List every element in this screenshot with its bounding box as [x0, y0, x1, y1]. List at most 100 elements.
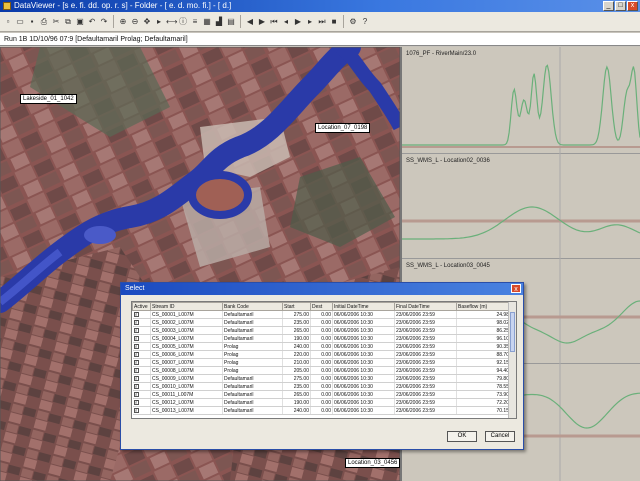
table-row[interactable]: √ CS_00008_L007M Prolag 205.00 0.00 06/06/200…	[132, 366, 511, 375]
table-row[interactable]: √ CS_00012_L007M Defaultamaril 190.00 0.00 06…	[132, 398, 511, 407]
column-header[interactable]: Baseflow (m)	[456, 302, 511, 311]
stream-table[interactable]: Active Stream ID Bank Code Start Dest Initial…	[131, 301, 517, 419]
column-header[interactable]: Initial DateTime	[332, 302, 395, 311]
map-label-2[interactable]: Location_07_0198	[315, 123, 371, 133]
pan-icon[interactable]: ✥	[142, 16, 152, 27]
map-label-3[interactable]: Location_03_0456	[345, 458, 400, 468]
active-checkbox[interactable]: √	[133, 343, 139, 349]
open-icon[interactable]: ▭	[15, 16, 25, 27]
table-row[interactable]: √ CS_00006_L007M Prolag 220.00 0.00 06/06/200…	[132, 350, 511, 359]
active-checkbox[interactable]: √	[133, 327, 139, 333]
active-checkbox-cell[interactable]: √	[132, 374, 151, 383]
active-checkbox[interactable]: √	[133, 311, 139, 317]
active-checkbox[interactable]: √	[133, 375, 139, 381]
dialog-close-icon[interactable]: x	[511, 284, 521, 293]
cancel-button[interactable]: Cancel	[485, 431, 515, 442]
zoom-in-icon[interactable]: ⊕	[118, 16, 128, 27]
zoom-out-icon[interactable]: ⊖	[130, 16, 140, 27]
title-bar[interactable]: DataViewer - [s e. fi. dd. op. r. s] - F…	[0, 0, 640, 12]
column-header[interactable]: Stream ID	[150, 302, 223, 311]
column-header[interactable]: Active	[132, 302, 151, 311]
active-checkbox-cell[interactable]: √	[132, 390, 151, 399]
play-icon[interactable]: ▶	[293, 16, 303, 27]
table-row[interactable]: √ CS_00002_L007M Defaultamaril 235.00 0.00 06…	[132, 318, 511, 327]
back-icon[interactable]: ◀	[245, 16, 255, 27]
redo-icon[interactable]: ↷	[99, 16, 109, 27]
table-cell: CS_00001_L007M	[150, 310, 223, 319]
column-header[interactable]: Bank Code	[222, 302, 283, 311]
column-header[interactable]: Start	[282, 302, 311, 311]
active-checkbox-cell[interactable]: √	[132, 350, 151, 359]
table-cell: 06/06/2006 10:30	[332, 342, 395, 351]
active-checkbox-cell[interactable]: √	[132, 398, 151, 407]
active-checkbox-cell[interactable]: √	[132, 358, 151, 367]
layers-icon[interactable]: ≡	[190, 16, 200, 27]
next-icon[interactable]: ▸	[305, 16, 315, 27]
scrollbar-thumb[interactable]	[510, 312, 515, 352]
map-label-1[interactable]: Lakeside_01_1042	[20, 94, 77, 104]
dialog-title-bar[interactable]: Select x	[121, 283, 523, 295]
table-row[interactable]: √ CS_00007_L007M Prolag 210.00 0.00 06/06/200…	[132, 358, 511, 367]
active-checkbox-cell[interactable]: √	[132, 326, 151, 335]
forward-icon[interactable]: ▶	[257, 16, 267, 27]
table-row[interactable]: √ CS_00013_L007M Defaultamaril 240.00 0.00 06…	[132, 406, 511, 415]
active-checkbox[interactable]: √	[133, 351, 139, 357]
settings-icon[interactable]: ⚙	[348, 16, 358, 27]
graph-2[interactable]: SS_WMS_L - Location02_0036	[402, 154, 640, 259]
active-checkbox[interactable]: √	[133, 335, 139, 341]
active-checkbox-cell[interactable]: √	[132, 318, 151, 327]
help-icon[interactable]: ?	[360, 16, 370, 27]
copy-icon[interactable]: ⧉	[63, 16, 73, 27]
grid-icon[interactable]: ▦	[202, 16, 212, 27]
select-icon[interactable]: ▸	[154, 16, 164, 27]
chart-icon[interactable]: ▟	[214, 16, 224, 27]
table-row[interactable]: √ CS_00011_L007M Defaultamaril 265.00 0.00 06…	[132, 390, 511, 399]
active-checkbox[interactable]: √	[133, 391, 139, 397]
table-icon[interactable]: ▤	[226, 16, 236, 27]
active-checkbox-cell[interactable]: √	[132, 342, 151, 351]
table-cell: Defaultamaril	[222, 390, 283, 399]
toolbar-separator	[113, 15, 114, 28]
lake	[84, 226, 116, 244]
measure-icon[interactable]: ⟷	[166, 16, 177, 27]
last-icon[interactable]: ⏭	[317, 16, 327, 27]
active-checkbox-cell[interactable]: √	[132, 310, 151, 319]
graph-1[interactable]: 1076_PF - RiverMain/23.0	[402, 47, 640, 154]
table-scrollbar[interactable]	[508, 302, 516, 418]
stop-icon[interactable]: ■	[329, 16, 339, 27]
column-header[interactable]: Dest	[310, 302, 333, 311]
active-checkbox[interactable]: √	[133, 407, 139, 413]
ok-button[interactable]: OK	[447, 431, 477, 442]
stream-table-grid: Active Stream ID Bank Code Start Dest Initial…	[132, 302, 511, 415]
print-icon[interactable]: ⎙	[39, 16, 49, 27]
table-row[interactable]: √ CS_00010_L007M Defaultamaril 235.00 0.00 06…	[132, 382, 511, 391]
paste-icon[interactable]: ▣	[75, 16, 85, 27]
identify-icon[interactable]: ⓘ	[178, 16, 188, 27]
table-cell: CS_00008_L007M	[150, 366, 223, 375]
active-checkbox[interactable]: √	[133, 359, 139, 365]
table-row[interactable]: √ CS_00001_L007M Defaultamaril 275.00 0.00 06…	[132, 310, 511, 319]
active-checkbox-cell[interactable]: √	[132, 334, 151, 343]
save-icon[interactable]: ▪	[27, 16, 37, 27]
undo-icon[interactable]: ↶	[87, 16, 97, 27]
table-row[interactable]: √ CS_00004_L007M Defaultamaril 190.00 0.00 06…	[132, 334, 511, 343]
prev-icon[interactable]: ◂	[281, 16, 291, 27]
active-checkbox-cell[interactable]: √	[132, 382, 151, 391]
table-row[interactable]: √ CS_00005_L007M Prolag 240.00 0.00 06/06/200…	[132, 342, 511, 351]
active-checkbox-cell[interactable]: √	[132, 366, 151, 375]
minimize-button[interactable]: _	[603, 1, 614, 11]
active-checkbox[interactable]: √	[133, 399, 139, 405]
table-row[interactable]: √ CS_00009_L007M Defaultamaril 275.00 0.00 06…	[132, 374, 511, 383]
table-row[interactable]: √ CS_00003_L007M Defaultamaril 265.00 0.00 06…	[132, 326, 511, 335]
cut-icon[interactable]: ✂	[51, 16, 61, 27]
maximize-button[interactable]: □	[615, 1, 626, 11]
first-icon[interactable]: ⏮	[269, 16, 279, 27]
table-cell: 06/06/2006 10:30	[332, 326, 395, 335]
active-checkbox[interactable]: √	[133, 383, 139, 389]
close-button[interactable]: x	[627, 1, 638, 11]
active-checkbox[interactable]: √	[133, 367, 139, 373]
new-icon[interactable]: ▫	[3, 16, 13, 27]
active-checkbox[interactable]: √	[133, 319, 139, 325]
active-checkbox-cell[interactable]: √	[132, 406, 151, 415]
column-header[interactable]: Final DateTime	[394, 302, 457, 311]
